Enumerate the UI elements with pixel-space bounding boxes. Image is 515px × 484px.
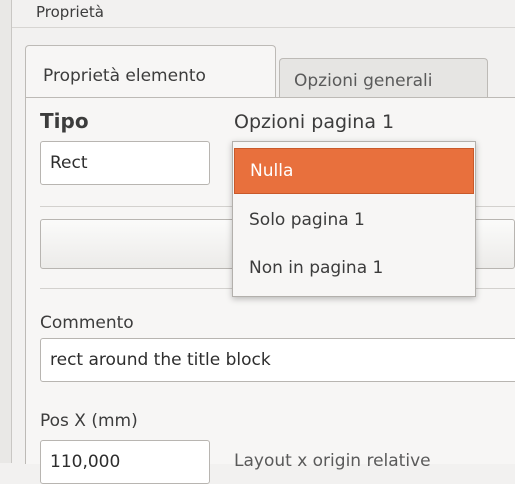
page-options-dropdown: Nulla Solo pagina 1 Non in pagina 1 [232, 141, 476, 297]
tab-general-options[interactable]: Opzioni generali [279, 58, 488, 99]
option-solo-pagina-1-label: Solo pagina 1 [249, 210, 365, 230]
pos-x-field[interactable]: 110,000 [40, 440, 210, 484]
option-solo-pagina-1[interactable]: Solo pagina 1 [234, 198, 474, 244]
left-scroll-edge [0, 0, 12, 463]
panel-title: Proprietà [36, 3, 104, 21]
option-nulla-label: Nulla [250, 161, 294, 181]
type-field[interactable]: Rect [40, 141, 210, 185]
tab-element-properties-label: Proprietà elemento [43, 66, 206, 86]
tab-general-options-label: Opzioni generali [294, 71, 433, 91]
panel-title-divider [12, 27, 515, 28]
page-options-label: Opzioni pagina 1 [234, 111, 395, 133]
option-non-in-pagina-1-label: Non in pagina 1 [249, 258, 384, 278]
pos-x-hint: Layout x origin relative [234, 451, 431, 471]
option-non-in-pagina-1[interactable]: Non in pagina 1 [234, 246, 474, 292]
option-nulla[interactable]: Nulla [234, 148, 474, 194]
comment-field[interactable]: rect around the title block [40, 338, 515, 382]
comment-label: Commento [40, 313, 134, 333]
pos-x-label: Pos X (mm) [40, 411, 138, 431]
tab-element-properties[interactable]: Proprietà elemento [25, 45, 276, 99]
type-label: Tipo [40, 109, 89, 133]
